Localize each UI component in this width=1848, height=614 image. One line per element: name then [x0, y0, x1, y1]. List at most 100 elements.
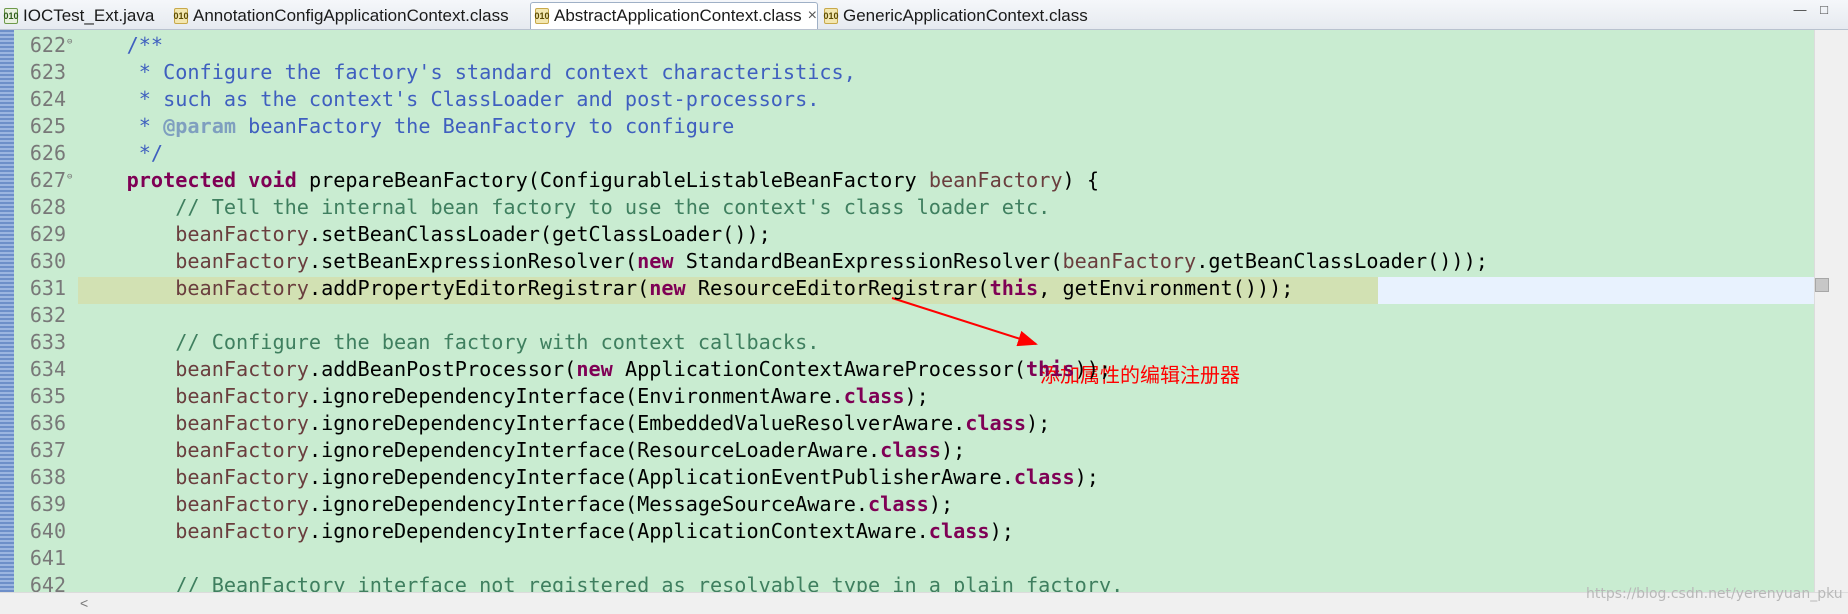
tab-abstract-application-context[interactable]: 010 AbstractApplicationContext.class × — [530, 2, 818, 29]
ruler-marker[interactable] — [1815, 278, 1829, 292]
code-line[interactable]: * Configure the factory's standard conte… — [78, 59, 856, 86]
code-token: class — [928, 519, 990, 543]
code-line[interactable]: beanFactory.setBeanExpressionResolver(ne… — [78, 248, 1488, 275]
code-token: * — [78, 114, 164, 138]
code-token: .setBeanExpressionResolver( — [308, 249, 638, 273]
code-line[interactable]: beanFactory.addPropertyEditorRegistrar(n… — [78, 275, 1293, 302]
tab-label: AbstractApplicationContext.class — [554, 6, 802, 25]
line-number: 629 — [29, 222, 66, 246]
code-token: ) { — [1062, 168, 1099, 192]
line-number: 630 — [29, 249, 66, 273]
code-token: .ignoreDependencyInterface(ApplicationEv… — [308, 465, 1014, 489]
editor-tab-bar: 010 IOCTest_Ext.java 010 AnnotationConfi… — [0, 0, 1848, 30]
code-line[interactable]: beanFactory.ignoreDependencyInterface(Ap… — [78, 464, 1099, 491]
code-line[interactable]: */ — [78, 140, 163, 167]
code-line[interactable]: * @param beanFactory the BeanFactory to … — [78, 113, 735, 140]
scroll-left-icon[interactable]: < — [80, 595, 88, 611]
overview-ruler[interactable] — [1814, 30, 1848, 592]
annotation-strip — [0, 30, 14, 592]
line-number: 626 — [29, 141, 66, 165]
code-token: new — [649, 276, 686, 300]
line-number: 637 — [29, 438, 66, 462]
line-number: 624 — [29, 87, 66, 111]
code-line[interactable]: // Tell the internal bean factory to use… — [78, 194, 1050, 221]
line-number: 641 — [29, 546, 66, 570]
code-token: beanFactory — [78, 249, 309, 273]
code-token: ResourceEditorRegistrar( — [685, 276, 990, 300]
code-token: class — [868, 492, 929, 516]
code-token: beanFactory — [78, 276, 309, 300]
horizontal-scrollbar[interactable]: < — [0, 592, 1848, 614]
code-token: , getEnvironment())); — [1038, 276, 1294, 300]
code-token: ); — [989, 519, 1014, 543]
code-line[interactable]: protected void prepareBeanFactory(Config… — [78, 167, 1099, 194]
code-line[interactable]: beanFactory.ignoreDependencyInterface(Re… — [78, 437, 965, 464]
line-number: 636 — [29, 411, 66, 435]
code-token: .addBeanPostProcessor( — [308, 357, 577, 381]
code-token: class — [843, 384, 905, 408]
line-number: 627 — [29, 168, 66, 192]
code-token: class — [880, 438, 941, 462]
code-line[interactable]: // Configure the bean factory with conte… — [78, 329, 819, 356]
fold-toggle-icon[interactable]: ⊖ — [67, 172, 72, 182]
minimize-button[interactable]: — — [1792, 3, 1808, 17]
code-token: beanFactory — [1062, 249, 1197, 273]
code-token: // Tell the internal bean factory to use… — [78, 195, 1051, 219]
maximize-button[interactable]: □ — [1816, 3, 1832, 17]
line-number: 631 — [29, 276, 66, 300]
class-file-icon: 010 — [823, 7, 839, 24]
code-token: beanFactory — [78, 384, 309, 408]
code-token: class — [965, 411, 1027, 435]
code-token: void — [248, 168, 297, 192]
tab-label: GenericApplicationContext.class — [843, 5, 1088, 25]
code-token: .ignoreDependencyInterface(EnvironmentAw… — [308, 384, 844, 408]
code-line[interactable]: beanFactory.ignoreDependencyInterface(En… — [78, 383, 929, 410]
line-number: 639 — [29, 492, 66, 516]
code-token: beanFactory — [78, 222, 309, 246]
code-token: beanFactory — [928, 168, 1063, 192]
java-file-icon: 010 — [3, 7, 19, 24]
code-token: /** — [78, 33, 164, 57]
code-line[interactable]: beanFactory.ignoreDependencyInterface(Me… — [78, 491, 953, 518]
code-token: this — [1026, 357, 1075, 381]
line-number: 625 — [29, 114, 66, 138]
close-icon[interactable]: × — [808, 8, 817, 24]
tab-label: IOCTest_Ext.java — [23, 5, 155, 25]
code-token: beanFactory — [78, 438, 309, 462]
code-token: ); — [1074, 465, 1099, 489]
code-line[interactable]: beanFactory.ignoreDependencyInterface(Ap… — [78, 518, 1014, 545]
code-token: .ignoreDependencyInterface(EmbeddedValue… — [308, 411, 966, 435]
code-token: * such as the context's ClassLoader and … — [78, 87, 820, 111]
code-token: .ignoreDependencyInterface(MessageSource… — [308, 492, 869, 516]
code-token: // Configure the bean factory with conte… — [78, 330, 820, 354]
code-token: .ignoreDependencyInterface(ApplicationCo… — [308, 519, 929, 543]
fold-toggle-icon[interactable]: ⊖ — [67, 37, 72, 47]
code-token: StandardBeanExpressionResolver( — [673, 249, 1063, 273]
code-line[interactable]: /** — [78, 32, 163, 59]
code-token: ); — [904, 384, 929, 408]
code-token: )); — [1074, 357, 1112, 381]
code-line[interactable]: beanFactory.setBeanClassLoader(getClassL… — [78, 221, 771, 248]
line-number: 633 — [29, 330, 66, 354]
code-line[interactable]: beanFactory.ignoreDependencyInterface(Em… — [78, 410, 1050, 437]
current-line-highlight-rest — [1378, 277, 1814, 304]
code-editor[interactable]: 添加属性的编辑注册器 622 ⊖ /** 623 * Configure the f… — [0, 30, 1848, 597]
code-token: .setBeanClassLoader(getClassLoader()); — [308, 222, 771, 246]
code-line[interactable]: * such as the context's ClassLoader and … — [78, 86, 820, 113]
tab-ioctest-ext[interactable]: 010 IOCTest_Ext.java — [0, 2, 170, 29]
tab-annotation-config-application-context[interactable]: 010 AnnotationConfigApplicationContext.c… — [170, 2, 526, 29]
line-number: 640 — [29, 519, 66, 543]
code-line[interactable]: beanFactory.addBeanPostProcessor(new App… — [78, 356, 1111, 383]
code-token: beanFactory the BeanFactory to configure — [236, 114, 735, 138]
line-number: 634 — [29, 357, 66, 381]
code-token: beanFactory — [78, 519, 309, 543]
code-token: new — [576, 357, 613, 381]
code-token: beanFactory — [78, 465, 309, 489]
tab-generic-application-context[interactable]: 010 GenericApplicationContext.class — [820, 2, 1120, 29]
line-number: 628 — [29, 195, 66, 219]
code-token: .addPropertyEditorRegistrar( — [308, 276, 650, 300]
code-token: beanFactory — [78, 357, 309, 381]
class-file-icon: 010 — [534, 8, 550, 24]
